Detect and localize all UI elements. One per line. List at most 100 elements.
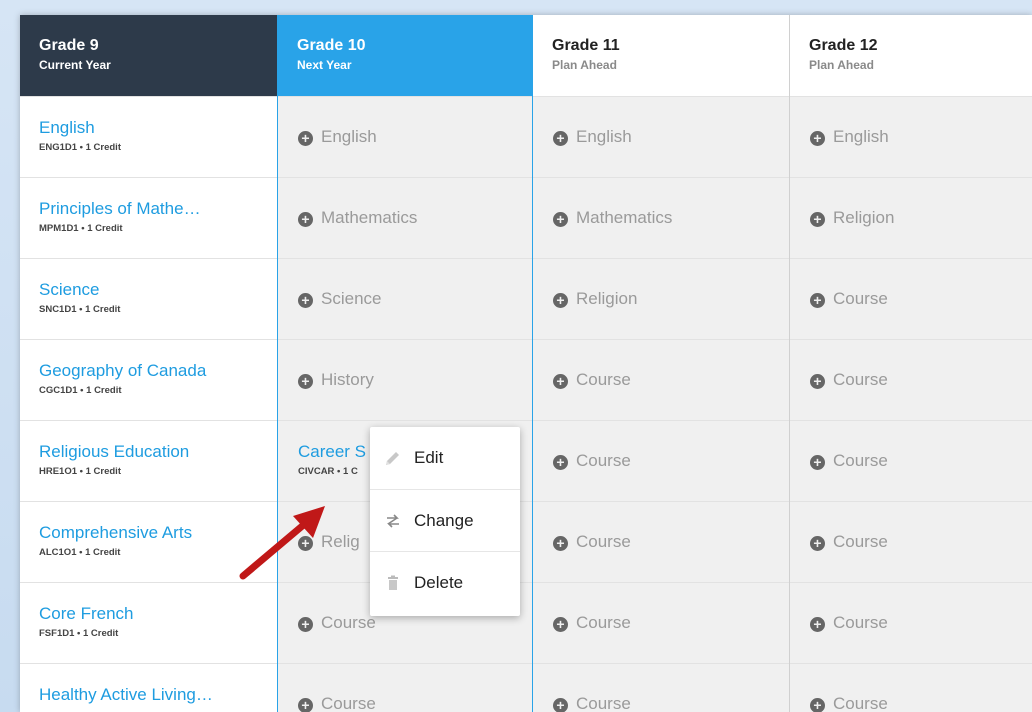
add-course-slot[interactable]: + Course [790,258,1032,339]
plus-circle-icon: + [810,536,825,551]
course-planner-board: Grade 9 Current Year English ENG1D1 • 1 C… [20,15,1032,712]
add-course-slot[interactable]: + Course [790,339,1032,420]
column-title: Grade 11 [552,37,620,54]
slot-label: Course [576,370,631,389]
plus-circle-icon: + [298,212,313,227]
add-course-slot[interactable]: + Course [533,663,789,712]
course-code: SNC1D1 • 1 Credit [39,304,121,315]
plus-circle-icon: + [553,293,568,308]
course-name[interactable]: English [39,118,277,138]
add-course-slot[interactable]: + English [533,96,789,177]
course-code: CGC1D1 • 1 Credit [39,385,122,396]
plus-circle-icon: + [553,455,568,470]
column-subtitle: Plan Ahead [552,58,617,72]
edit-menu-item[interactable]: Edit [370,427,520,489]
course-cell[interactable]: English ENG1D1 • 1 Credit [20,96,277,177]
course-code: FSF1D1 • 1 Credit [39,628,119,639]
slot-label: Course [833,289,888,308]
slot-label: Course [833,451,888,470]
course-code: ENG1D1 • 1 Credit [39,142,121,153]
course-name[interactable]: Science [39,280,277,300]
grade-11-column: Grade 11 Plan Ahead + English + Mathematic… [533,15,790,712]
column-subtitle: Next Year [297,58,352,72]
plus-circle-icon: + [810,617,825,632]
delete-menu-item[interactable]: Delete [370,551,520,613]
course-name[interactable]: Religious Education [39,442,277,462]
plus-circle-icon: + [810,212,825,227]
plus-circle-icon: + [553,536,568,551]
course-name[interactable]: Core French [39,604,277,624]
plus-circle-icon: + [553,131,568,146]
slot-label: Mathematics [321,208,418,227]
course-cell[interactable]: Core French FSF1D1 • 1 Credit [20,582,277,663]
course-name[interactable]: Geography of Canada [39,361,277,381]
add-course-slot[interactable]: + English [790,96,1032,177]
add-course-slot[interactable]: + Religion [790,177,1032,258]
slot-label: Course [833,694,888,712]
add-course-slot[interactable]: + Course [533,339,789,420]
plus-circle-icon: + [298,617,313,632]
menu-label: Edit [414,448,444,467]
course-name[interactable]: Healthy Active Living… [39,685,277,705]
add-course-slot[interactable]: + Course [790,420,1032,501]
slot-label: Course [321,694,376,712]
add-course-slot[interactable]: + Science [278,258,532,339]
course-cell[interactable]: Science SNC1D1 • 1 Credit [20,258,277,339]
add-course-slot[interactable]: + Religion [533,258,789,339]
grade-10-header[interactable]: Grade 10 Next Year [277,15,533,96]
course-cell[interactable]: Comprehensive Arts ALC1O1 • 1 Credit [20,501,277,582]
slot-label: English [576,127,632,146]
slot-label: Science [321,289,382,308]
add-course-slot[interactable]: + Mathematics [533,177,789,258]
add-course-slot[interactable]: + Course [790,663,1032,712]
add-course-slot[interactable]: + Course [278,663,532,712]
course-name[interactable]: Principles of Mathe… [39,199,277,219]
add-course-slot[interactable]: + English [278,96,532,177]
column-title: Grade 12 [809,37,878,54]
course-cell[interactable]: Principles of Mathe… MPM1D1 • 1 Credit [20,177,277,258]
trash-icon [380,573,406,593]
add-course-slot[interactable]: + Course [533,582,789,663]
course-cell[interactable]: Healthy Active Living… [20,663,277,712]
change-menu-item[interactable]: Change [370,489,520,551]
grade-9-header[interactable]: Grade 9 Current Year [20,15,277,96]
plus-circle-icon: + [298,698,313,712]
plus-circle-icon: + [810,455,825,470]
slot-label: English [321,127,377,146]
add-course-slot[interactable]: + Course [533,501,789,582]
course-name[interactable]: Comprehensive Arts [39,523,277,543]
course-code: HRE1O1 • 1 Credit [39,466,121,477]
slot-label: Course [321,613,376,632]
add-course-slot[interactable]: + History [278,339,532,420]
slot-label: Religion [833,208,895,227]
course-cell[interactable]: Religious Education HRE1O1 • 1 Credit [20,420,277,501]
pencil-icon [380,448,406,468]
menu-label: Change [414,510,474,530]
plus-circle-icon: + [298,536,313,551]
slot-label: Course [833,370,888,389]
slot-label: Course [576,613,631,632]
swap-icon [380,511,406,531]
plus-circle-icon: + [810,698,825,712]
course-code: ALC1O1 • 1 Credit [39,547,121,558]
course-context-menu: Edit Change Delete [370,427,520,616]
plus-circle-icon: + [298,293,313,308]
column-title: Grade 9 [39,37,99,54]
slot-label: Relig [321,532,360,551]
slot-label: Course [833,532,888,551]
add-course-slot[interactable]: + Course [533,420,789,501]
column-subtitle: Plan Ahead [809,58,874,72]
add-course-slot[interactable]: + Course [790,501,1032,582]
slot-label: English [833,127,889,146]
add-course-slot[interactable]: + Mathematics [278,177,532,258]
slot-label: Mathematics [576,208,673,227]
grade-11-header[interactable]: Grade 11 Plan Ahead [533,15,789,96]
grade-12-header[interactable]: Grade 12 Plan Ahead [790,15,1032,96]
plus-circle-icon: + [553,617,568,632]
slot-label: Course [576,694,631,712]
add-course-slot[interactable]: + Course [790,582,1032,663]
plus-circle-icon: + [553,374,568,389]
slot-label: Religion [576,289,638,308]
grade-12-column: Grade 12 Plan Ahead + English + Religion +… [790,15,1032,712]
course-cell[interactable]: Geography of Canada CGC1D1 • 1 Credit [20,339,277,420]
